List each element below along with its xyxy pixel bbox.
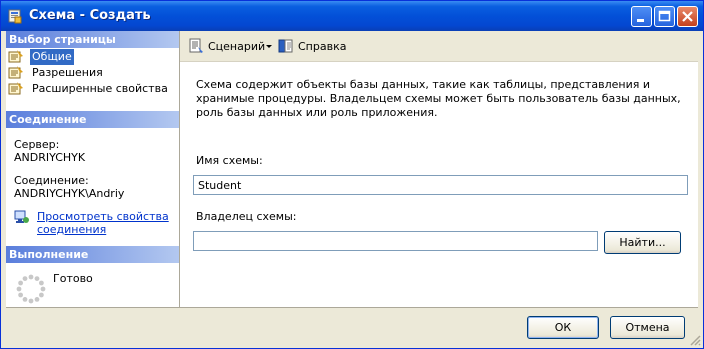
link-line-1[interactable]: Просмотреть свойства (37, 210, 169, 223)
script-button[interactable]: Сценарий (188, 38, 274, 54)
connection-properties-icon (14, 209, 30, 225)
title-bar[interactable]: Схема - Создать (1, 1, 703, 31)
dialog-window: Схема - Создать Выбор страницы Общие Раз… (0, 0, 704, 349)
search-owner-button[interactable]: Найти... (604, 231, 681, 254)
schema-name-input[interactable] (193, 175, 688, 195)
schema-description: Схема содержит объекты базы данных, таки… (196, 78, 681, 119)
schema-owner-label: Владелец схемы: (196, 210, 297, 223)
cancel-button[interactable]: Отмена (610, 316, 685, 339)
server-label: Сервер: (14, 138, 60, 151)
schema-owner-input[interactable] (193, 231, 598, 251)
progress-spinner-icon (16, 274, 46, 304)
close-icon (682, 11, 693, 22)
footer-divider (6, 307, 698, 308)
minimize-button[interactable] (631, 6, 652, 27)
help-button[interactable]: Справка (278, 38, 348, 54)
page-icon (8, 65, 24, 81)
link-line-2[interactable]: соединения (37, 223, 106, 236)
general-page-content: Схема содержит объекты базы данных, таки… (180, 62, 698, 307)
help-icon (278, 38, 294, 54)
maximize-button[interactable] (654, 6, 675, 27)
close-button[interactable] (677, 6, 698, 27)
page-label-permissions: Разрешения (32, 66, 103, 79)
connection-value: ANDRIYCHYK\Andriy (14, 187, 125, 200)
chevron-down-icon[interactable] (265, 38, 273, 59)
connection-label: Соединение: (14, 174, 89, 187)
connection-header: Соединение (6, 111, 179, 128)
toolbar: Сценарий Справка (180, 31, 698, 62)
resize-grip-icon[interactable] (689, 334, 701, 346)
left-pane: Выбор страницы Общие Разрешения Расширен… (6, 31, 180, 307)
script-label: Сценарий (208, 40, 266, 53)
progress-status: Готово (53, 272, 93, 285)
script-icon (188, 38, 204, 54)
ok-button[interactable]: ОК (527, 316, 599, 339)
server-value: ANDRIYCHYK (14, 151, 86, 164)
select-page-header: Выбор страницы (6, 31, 179, 48)
maximize-icon (658, 10, 671, 22)
help-label: Справка (298, 40, 347, 53)
progress-header: Выполнение (6, 246, 179, 263)
page-label-general: Общие (30, 49, 74, 65)
schema-name-label: Имя схемы: (196, 154, 263, 167)
window-title: Схема - Создать (29, 8, 151, 23)
page-icon (8, 81, 24, 97)
view-connection-properties-link[interactable]: Просмотреть свойства соединения (37, 210, 169, 236)
page-label-extended-properties: Расширенные свойства (32, 82, 168, 95)
schema-icon (7, 8, 23, 24)
minimize-icon (637, 19, 644, 22)
page-icon (8, 49, 24, 65)
